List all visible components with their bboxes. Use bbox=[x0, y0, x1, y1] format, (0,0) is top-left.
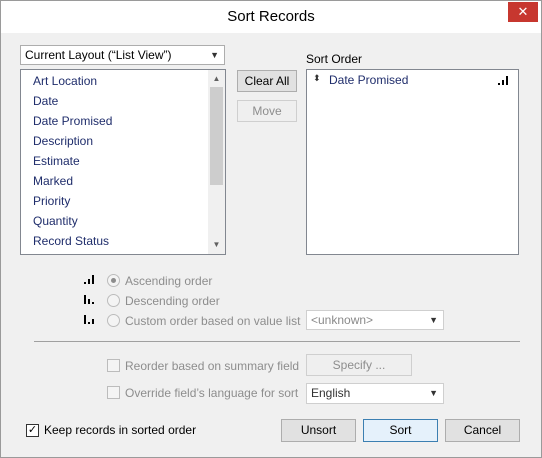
field-item-description[interactable]: Description bbox=[33, 131, 93, 151]
custom-order-radio[interactable] bbox=[107, 314, 120, 327]
field-list-scrollbar[interactable]: ▲ ▼ bbox=[208, 70, 225, 254]
reorder-summary-checkbox[interactable] bbox=[107, 359, 120, 372]
cancel-button[interactable]: Cancel bbox=[445, 419, 520, 442]
keep-sorted-checkbox[interactable]: ✓ bbox=[26, 424, 39, 437]
ascending-order-icon bbox=[498, 76, 508, 85]
chevron-down-icon: ▼ bbox=[429, 315, 438, 325]
sort-order-label: Sort Order bbox=[306, 52, 363, 66]
field-item-quantity[interactable]: Quantity bbox=[33, 211, 78, 231]
ascending-order-label: Ascending order bbox=[125, 274, 213, 288]
keep-sorted-label: Keep records in sorted order bbox=[44, 423, 197, 437]
specify-button[interactable]: Specify ... bbox=[306, 354, 412, 376]
clear-all-button[interactable]: Clear All bbox=[237, 70, 297, 92]
layout-dropdown-value: Current Layout (“List View”) bbox=[25, 48, 172, 62]
title-bar: Sort Records ✕ bbox=[1, 1, 541, 33]
field-item-date-promised[interactable]: Date Promised bbox=[33, 111, 112, 131]
separator bbox=[34, 341, 520, 342]
chevron-down-icon: ▼ bbox=[210, 50, 219, 60]
dialog-content: Current Layout (“List View”) ▼ Art Locat… bbox=[1, 33, 541, 457]
chevron-down-icon: ▼ bbox=[429, 388, 438, 398]
custom-order-label: Custom order based on value list bbox=[125, 314, 301, 328]
override-language-checkbox[interactable] bbox=[107, 386, 120, 399]
language-dropdown[interactable]: English ▼ bbox=[306, 383, 444, 404]
reorder-summary-label: Reorder based on summary field bbox=[125, 359, 300, 373]
sort-order-item-label: Date Promised bbox=[329, 73, 409, 87]
unsort-button[interactable]: Unsort bbox=[281, 419, 356, 442]
close-button[interactable]: ✕ bbox=[508, 2, 538, 22]
drag-handle-icon[interactable]: ⬍ bbox=[313, 73, 321, 84]
sort-order-item[interactable]: ⬍ Date Promised bbox=[307, 70, 518, 90]
descending-order-label: Descending order bbox=[125, 294, 220, 308]
ascending-order-icon bbox=[84, 275, 94, 284]
move-button[interactable]: Move bbox=[237, 100, 297, 122]
field-item-date[interactable]: Date bbox=[33, 91, 58, 111]
field-item-marked[interactable]: Marked bbox=[33, 171, 73, 191]
scroll-down-icon[interactable]: ▼ bbox=[208, 238, 225, 252]
field-item-record-status[interactable]: Record Status bbox=[33, 231, 109, 251]
sort-order-list[interactable]: ⬍ Date Promised bbox=[306, 69, 519, 255]
override-language-label: Override field’s language for sort bbox=[125, 386, 299, 400]
sort-records-dialog: Sort Records ✕ Current Layout (“List Vie… bbox=[0, 0, 542, 458]
layout-dropdown[interactable]: Current Layout (“List View”) ▼ bbox=[20, 45, 225, 65]
window-title: Sort Records bbox=[227, 8, 315, 25]
descending-order-icon bbox=[84, 295, 94, 304]
ascending-order-radio[interactable] bbox=[107, 274, 120, 287]
field-item-art-location[interactable]: Art Location bbox=[33, 71, 97, 91]
field-item-estimate[interactable]: Estimate bbox=[33, 151, 80, 171]
descending-order-radio[interactable] bbox=[107, 294, 120, 307]
value-list-dropdown[interactable]: <unknown> ▼ bbox=[306, 310, 444, 330]
field-item-priority[interactable]: Priority bbox=[33, 191, 70, 211]
scroll-up-icon[interactable]: ▲ bbox=[208, 72, 225, 86]
custom-order-icon bbox=[84, 315, 94, 324]
sort-button[interactable]: Sort bbox=[363, 419, 438, 442]
field-list[interactable]: Art Location Date Date Promised Descript… bbox=[20, 69, 226, 255]
language-dropdown-value: English bbox=[311, 386, 351, 400]
scroll-thumb[interactable] bbox=[210, 87, 223, 185]
value-list-value: <unknown> bbox=[311, 313, 374, 327]
